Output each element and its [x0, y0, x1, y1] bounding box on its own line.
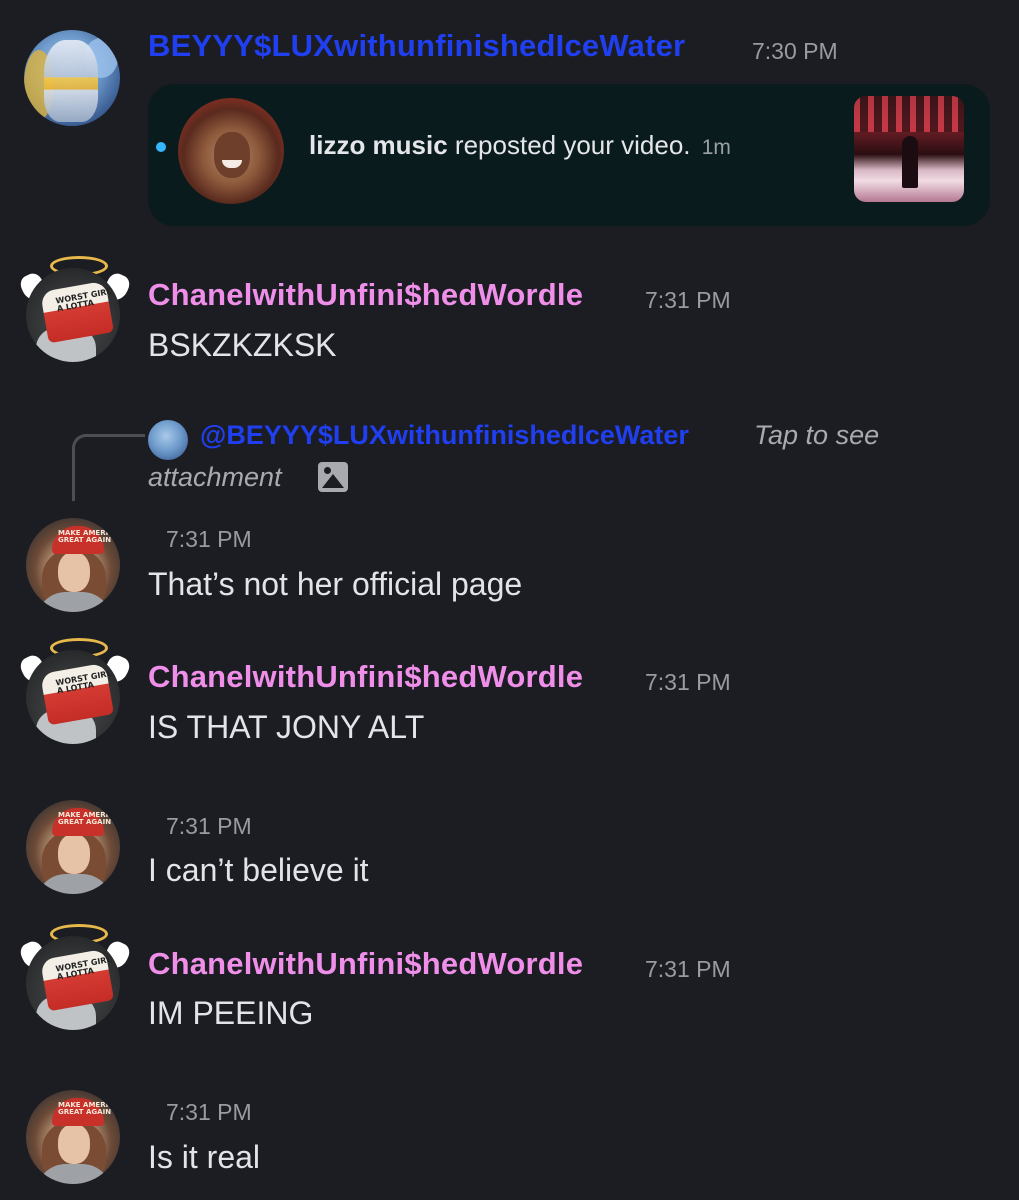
embed-time: 1m — [701, 136, 731, 159]
username[interactable]: ChanelwithUnfini$hedWordle — [148, 946, 583, 982]
username[interactable]: BEYYY$LUXwithunfinishedIceWater — [148, 28, 685, 64]
timestamp: 7:31 PM — [166, 813, 252, 839]
message-text: BSKZKZKSK — [148, 327, 337, 363]
message-text: That’s not her official page — [148, 566, 523, 602]
avatar-face — [58, 552, 90, 592]
timestamp: 7:30 PM — [752, 38, 838, 64]
avatar-photo: WORST GIRL A LOTTA — [26, 650, 120, 744]
message-text: IS THAT JONY ALT — [148, 709, 425, 745]
reply-mention[interactable]: @BEYYY$LUXwithunfinishedIceWater — [200, 420, 689, 451]
avatar-photo: WORST GIRL A LOTTA — [26, 268, 120, 362]
embed-avatar — [178, 98, 284, 204]
avatar-user[interactable]: MAKE AMERICA GREAT AGAIN — [26, 1090, 120, 1184]
avatar-face — [58, 834, 90, 874]
embed-notification-text: lizzo music reposted your video. 1m — [309, 130, 731, 161]
message-text: IM PEEING — [148, 995, 314, 1031]
avatar-chanel[interactable]: WORST GIRL A LOTTA — [17, 638, 133, 748]
image-icon — [318, 462, 348, 492]
embed-action: reposted your video. — [447, 130, 691, 160]
avatar-face — [214, 132, 250, 178]
avatar-face — [58, 1124, 90, 1164]
image-icon-mountain — [322, 474, 344, 488]
reply-tap-text[interactable]: Tap to see — [754, 420, 879, 451]
message-text: I can’t believe it — [148, 852, 369, 888]
embed-account-name: lizzo music — [309, 130, 448, 160]
stage-performer — [902, 136, 918, 188]
username[interactable]: ChanelwithUnfini$hedWordle — [148, 659, 583, 695]
stage-lights — [854, 96, 964, 132]
avatar-user[interactable]: MAKE AMERICA GREAT AGAIN — [26, 800, 120, 894]
avatar-chanel[interactable]: WORST GIRL A LOTTA — [17, 256, 133, 366]
image-icon-sun — [324, 467, 331, 474]
reply-avatar — [148, 420, 188, 460]
avatar-user[interactable]: MAKE AMERICA GREAT AGAIN — [26, 518, 120, 612]
timestamp: 7:31 PM — [645, 956, 731, 982]
cap-text: MAKE AMERICA GREAT AGAIN — [58, 811, 119, 826]
avatar-chanel[interactable]: WORST GIRL A LOTTA — [17, 924, 133, 1034]
cap-text: MAKE AMERICA GREAT AGAIN — [58, 1101, 119, 1116]
avatar-photo: WORST GIRL A LOTTA — [26, 936, 120, 1030]
timestamp: 7:31 PM — [166, 526, 252, 552]
reply-attachment-text[interactable]: attachment — [148, 462, 282, 493]
reply-connector — [72, 434, 145, 501]
message-text: Is it real — [148, 1139, 261, 1175]
embed-video-thumbnail[interactable] — [854, 96, 964, 202]
unread-dot-icon — [156, 142, 166, 152]
timestamp: 7:31 PM — [645, 669, 731, 695]
avatar-art — [44, 40, 98, 122]
timestamp: 7:31 PM — [645, 287, 731, 313]
cap-text: MAKE AMERICA GREAT AGAIN — [58, 529, 119, 544]
avatar-beyyy-lux[interactable] — [24, 30, 120, 126]
username[interactable]: ChanelwithUnfini$hedWordle — [148, 277, 583, 313]
timestamp: 7:31 PM — [166, 1099, 252, 1125]
